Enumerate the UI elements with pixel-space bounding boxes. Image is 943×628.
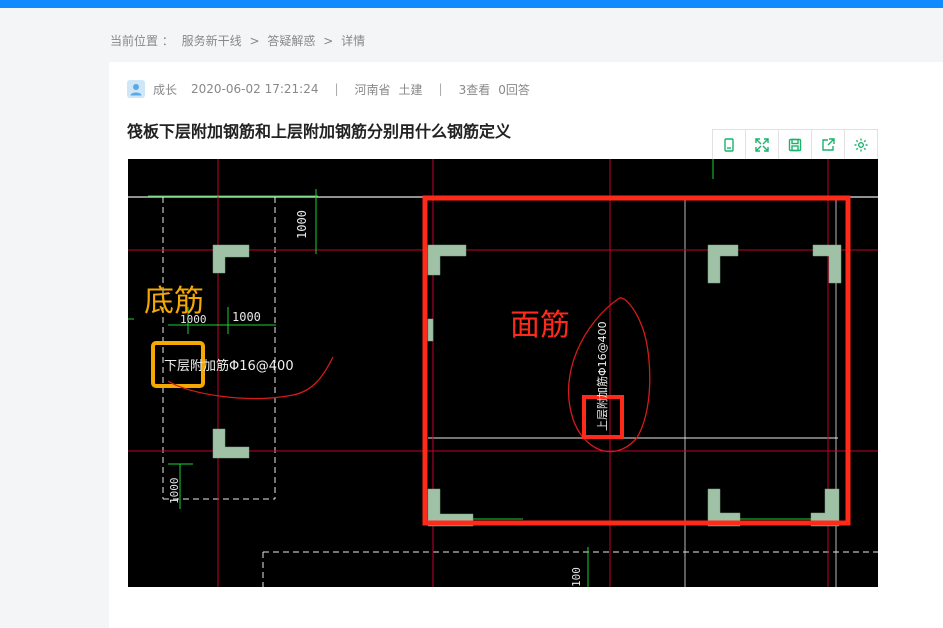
cad-drawing-svg: 1000 1000 1000 1000 100 下层附加筋Φ16@400 上层附… (128, 159, 878, 587)
fullscreen-icon (755, 138, 769, 152)
breadcrumb-item-detail: 详情 (341, 34, 366, 48)
settings-icon (854, 138, 868, 152)
question-title: 筏板下层附加钢筋和上层附加钢筋分别用什么钢筋定义 (127, 122, 512, 141)
top-rebar-label: 上层附加筋Φ16@400 (595, 321, 609, 431)
fit-page-icon (724, 138, 734, 152)
post-category: 土建 (398, 82, 423, 97)
bottom-rebar-label: 下层附加筋Φ16@400 (164, 358, 294, 374)
fullscreen-button[interactable] (746, 130, 779, 160)
share-icon (822, 138, 835, 151)
annotation-bottom-rebar: 底筋 (144, 284, 204, 319)
share-button[interactable] (812, 130, 845, 160)
breadcrumb-separator: > (249, 34, 260, 48)
meta-divider: | (438, 82, 443, 96)
breadcrumb-label: 当前位置 ： (110, 34, 174, 48)
annotation-top-rebar: 面筋 (510, 308, 570, 343)
post-meta: 成长 2020-06-02 17:21:24 | 河南省 土建 | 3查看 0回… (127, 80, 530, 98)
svg-text:1000: 1000 (168, 478, 181, 505)
question-card: 成长 2020-06-02 17:21:24 | 河南省 土建 | 3查看 0回… (109, 62, 943, 628)
user-avatar-icon (130, 84, 142, 96)
post-datetime: 2020-06-02 17:21:24 (191, 82, 319, 96)
meta-divider: | (334, 82, 339, 96)
post-province: 河南省 (354, 82, 391, 97)
breadcrumb: 当前位置 ： 服务新干线 > 答疑解惑 > 详情 (110, 32, 369, 49)
save-button[interactable] (779, 130, 812, 160)
top-rebar-highlight-box (422, 195, 851, 526)
author-name[interactable]: 成长 (153, 81, 177, 98)
svg-text:1000: 1000 (232, 310, 261, 324)
avatar[interactable] (127, 80, 145, 98)
breadcrumb-item-service[interactable]: 服务新干线 (182, 34, 242, 48)
svg-text:1000: 1000 (295, 210, 309, 239)
image-toolbar (712, 129, 878, 161)
svg-text:100: 100 (570, 567, 583, 587)
answer-count: 0回答 (498, 82, 530, 97)
breadcrumb-separator: > (323, 34, 334, 48)
settings-button[interactable] (845, 130, 877, 160)
cad-drawing-image[interactable]: 1000 1000 1000 1000 100 下层附加筋Φ16@400 上层附… (128, 159, 878, 587)
fit-page-button[interactable] (713, 130, 746, 160)
save-icon (788, 138, 802, 152)
top-accent-bar (0, 0, 943, 8)
view-count: 3查看 (458, 82, 491, 97)
breadcrumb-item-qa[interactable]: 答疑解惑 (267, 34, 315, 48)
